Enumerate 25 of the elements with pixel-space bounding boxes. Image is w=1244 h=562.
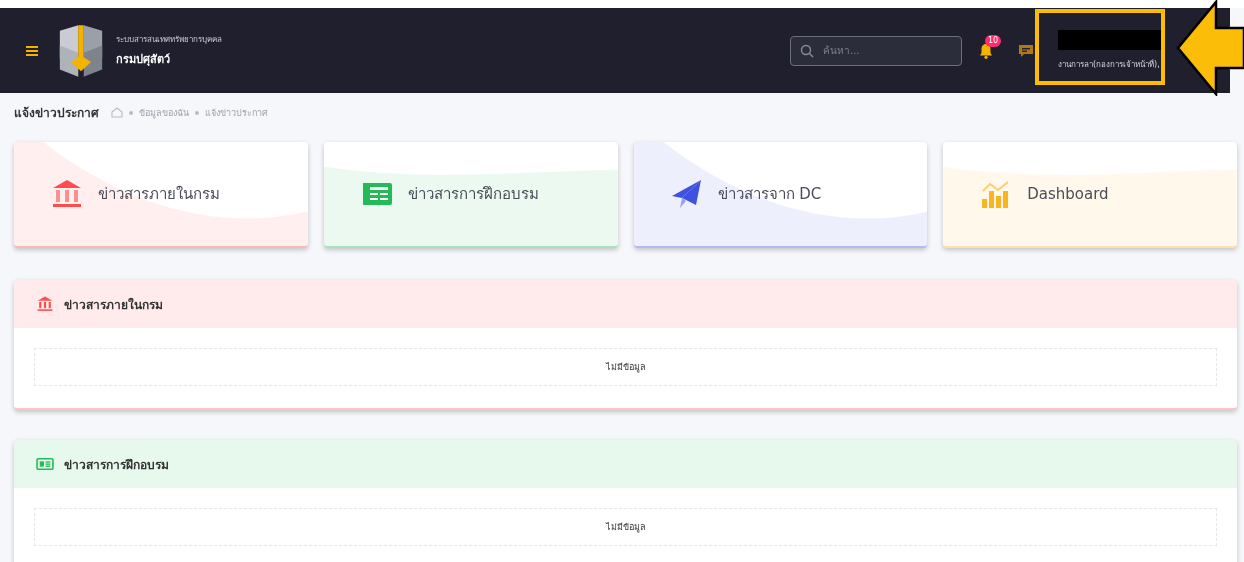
message-icon[interactable] bbox=[1018, 42, 1034, 59]
news-card[interactable]: Dashboard bbox=[943, 142, 1237, 248]
separator-dot-icon bbox=[195, 110, 199, 115]
news-card[interactable]: ข่าวสารการฝึกอบรม bbox=[323, 142, 618, 248]
page-title: แจ้งข่าวประกาศ bbox=[14, 105, 99, 122]
empty-message: ไม่มีข้อมูล bbox=[605, 521, 646, 534]
empty-message: ไม่มีข้อมูล bbox=[605, 361, 646, 374]
search-icon bbox=[800, 43, 814, 58]
system-name: ระบบสารสนเทศทรัพยากรบุคคล bbox=[116, 34, 222, 46]
news-card[interactable]: ข่าวสารจาก DC bbox=[633, 142, 928, 248]
panel-title: ข่าวสารภายในกรม bbox=[64, 296, 163, 314]
card-label: Dashboard bbox=[1027, 185, 1109, 203]
card-label: ข่าวสารจาก DC bbox=[717, 184, 822, 205]
hrms-logo bbox=[58, 24, 104, 77]
news-card[interactable]: ข่าวสารภายในกรม bbox=[14, 142, 308, 248]
notification-badge: 10 bbox=[985, 34, 1002, 47]
separator-dot-icon bbox=[129, 110, 133, 115]
panel-title: ข่าวสารการฝึกอบรม bbox=[64, 456, 169, 474]
search-field[interactable]: ค้นหา... bbox=[790, 35, 962, 66]
organization-name: กรมปศุสัตว์ bbox=[116, 52, 171, 68]
bell-icon[interactable] bbox=[978, 42, 994, 59]
menu-icon[interactable] bbox=[26, 45, 38, 56]
card-label: ข่าวสารภายในกรม bbox=[98, 184, 220, 205]
card-label: ข่าวสารการฝึกอบรม bbox=[407, 184, 539, 205]
user-role: งานการลา(กองการเจ้าหน้าที่), bbox=[1058, 58, 1161, 71]
